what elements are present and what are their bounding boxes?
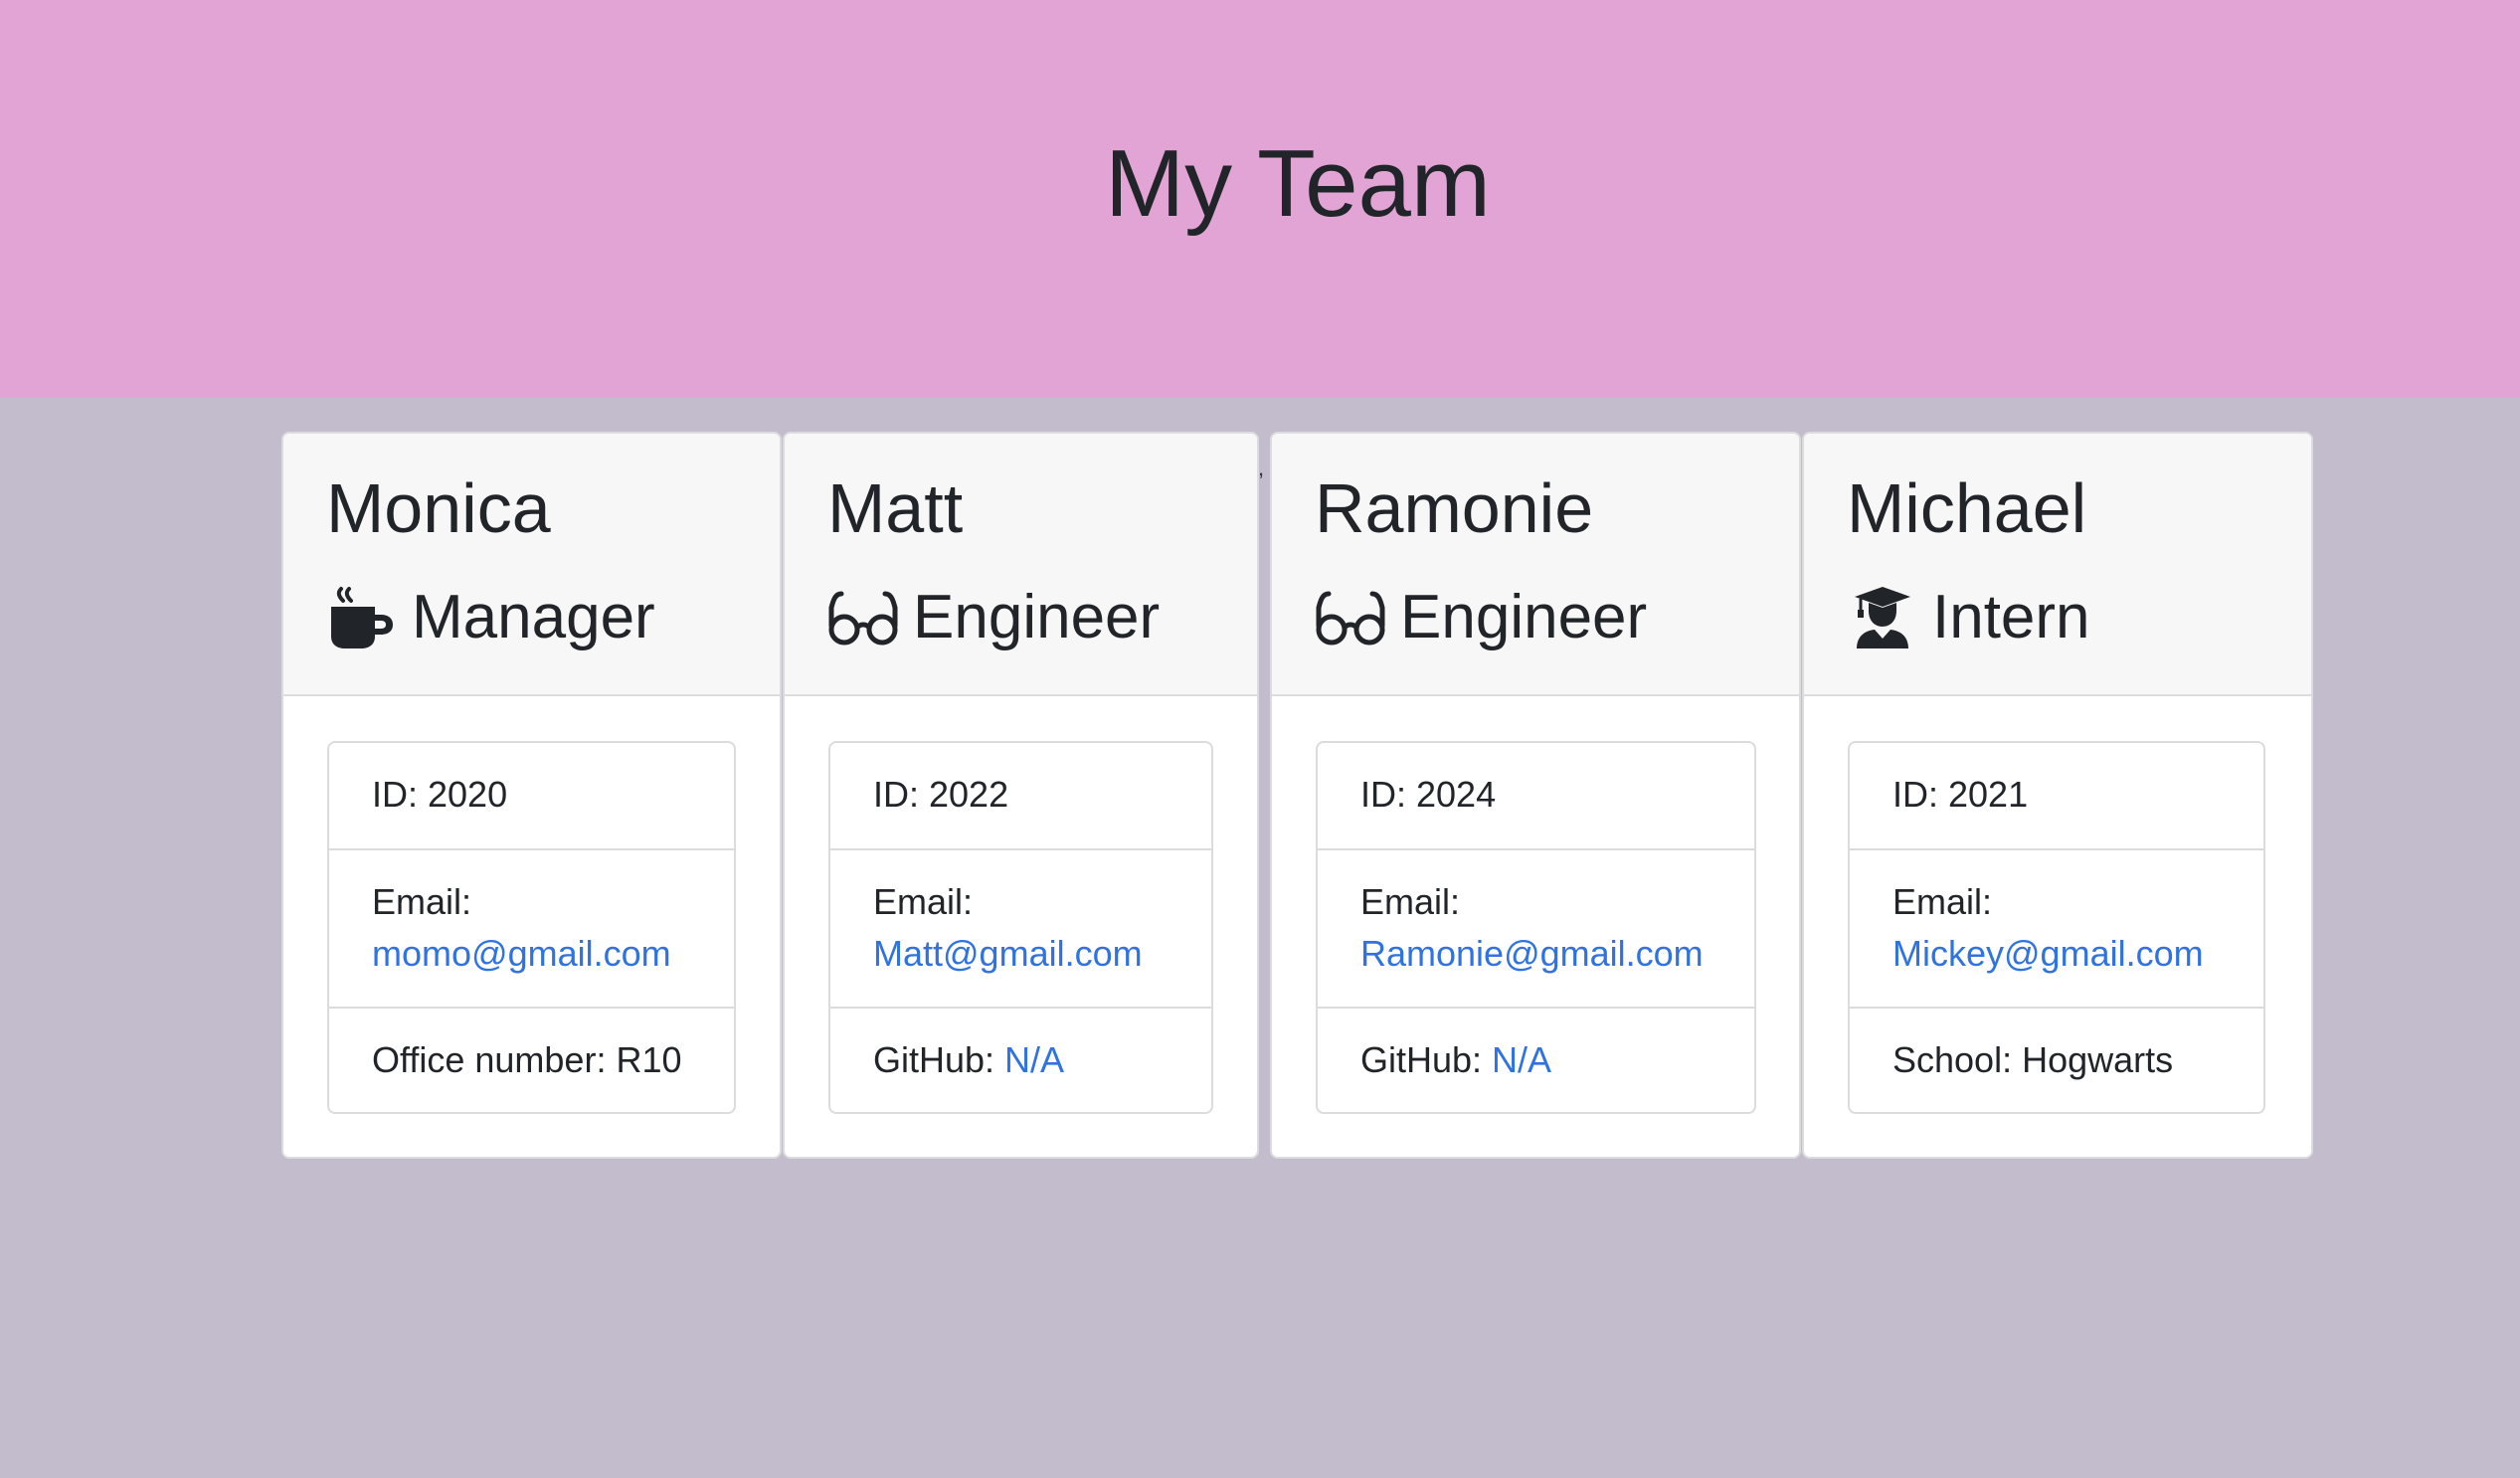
employee-role: Manager [326, 573, 655, 662]
info-list: ID: 2020 Email: momo@gmail.com Office nu… [327, 741, 736, 1114]
email-link[interactable]: momo@gmail.com [372, 933, 671, 974]
employee-card-engineer: Ramonie Engineer ID: 2024 Email: Ramonie… [1270, 432, 1801, 1159]
email-label: Email: [1892, 881, 1993, 922]
list-item-id: ID: 2020 [372, 774, 508, 815]
office-number-text: Office number: R10 [372, 1039, 682, 1080]
email-link[interactable]: Ramonie@gmail.com [1360, 933, 1704, 974]
list-item-email: Email: Mickey@gmail.com [1850, 848, 2263, 1007]
list-item-school: School: Hogwarts [1850, 1007, 2263, 1112]
email-link[interactable]: Mickey@gmail.com [1892, 933, 2204, 974]
page-title: My Team [1105, 130, 1491, 237]
list-item-email: Email: Matt@gmail.com [830, 848, 1211, 1007]
github-label: GitHub: [1360, 1039, 1493, 1080]
employee-card-manager: Monica Manager ID: 2020 Email: momo@gmai… [281, 432, 782, 1159]
employee-role: Engineer [1315, 573, 1647, 662]
employee-role: Engineer [827, 573, 1160, 662]
list-item-id: ID: 2024 [1360, 774, 1497, 815]
list-item-email: Email: momo@gmail.com [329, 848, 734, 1007]
employee-name: Ramonie [1315, 469, 1594, 547]
github-link[interactable]: N/A [1004, 1039, 1064, 1080]
list-item-github: GitHub: N/A [830, 1007, 1211, 1112]
github-label: GitHub: [873, 1039, 1005, 1080]
info-list: ID: 2022 Email: Matt@gmail.com GitHub: N… [828, 741, 1213, 1114]
card-header: Monica Manager [283, 434, 780, 696]
list-item-id: ID: 2021 [1892, 774, 2029, 815]
role-label: Engineer [913, 583, 1161, 651]
email-label: Email: [372, 881, 472, 922]
role-label: Manager [412, 583, 655, 651]
card-header: Michael Intern [1804, 434, 2311, 696]
list-item-email: Email: Ramonie@gmail.com [1318, 848, 1754, 1007]
card-header: Ramonie Engineer [1272, 434, 1799, 696]
employee-card-intern: Michael Intern ID: 2021 Email: Mickey@gm… [1802, 432, 2313, 1159]
employee-name: Matt [827, 469, 964, 547]
list-item-github: GitHub: N/A [1318, 1007, 1754, 1112]
github-link[interactable]: N/A [1492, 1039, 1551, 1080]
email-label: Email: [1360, 881, 1461, 922]
card-header: Matt Engineer [785, 434, 1257, 696]
glasses-icon [1315, 582, 1386, 653]
graduate-icon [1847, 582, 1918, 653]
coffee-mug-icon [326, 582, 398, 653]
employee-role: Intern [1847, 573, 2090, 662]
role-label: Engineer [1400, 583, 1648, 651]
list-item-id: ID: 2022 [873, 774, 1009, 815]
employee-name: Monica [326, 469, 551, 547]
glasses-icon [827, 582, 899, 653]
info-list: ID: 2024 Email: Ramonie@gmail.com GitHub… [1316, 741, 1756, 1114]
list-item-office: Office number: R10 [329, 1007, 734, 1112]
school-text: School: Hogwarts [1892, 1039, 2174, 1080]
email-link[interactable]: Matt@gmail.com [873, 933, 1143, 974]
employee-name: Michael [1847, 469, 2087, 547]
email-label: Email: [873, 881, 974, 922]
employee-card-engineer: Matt Engineer ID: 2022 Email: Matt@gmail… [783, 432, 1259, 1159]
info-list: ID: 2021 Email: Mickey@gmail.com School:… [1848, 741, 2265, 1114]
role-label: Intern [1932, 583, 2090, 651]
